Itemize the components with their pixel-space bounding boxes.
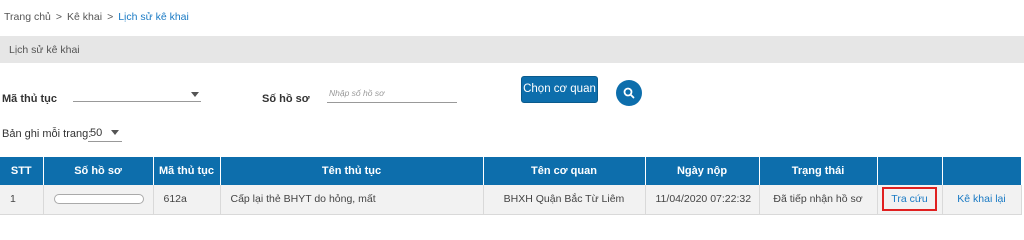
column-header-stt: STT (0, 157, 44, 185)
procedure-code-select[interactable] (73, 84, 201, 102)
search-icon (623, 87, 635, 99)
column-header-agency: Tên cơ quan (483, 157, 646, 185)
cell-stt: 1 (0, 185, 44, 215)
breadcrumb-home[interactable]: Trang chủ (4, 11, 51, 23)
per-page-label: Bản ghi mỗi trang: (2, 128, 92, 140)
search-button[interactable] (616, 80, 642, 106)
per-page-select[interactable]: 50 (88, 124, 122, 142)
cell-lookup: Tra cứu (877, 185, 943, 215)
column-header-procedure-name: Tên thủ tục (220, 157, 484, 185)
lookup-link[interactable]: Tra cứu (882, 187, 937, 212)
section-header: Lịch sử kê khai (0, 36, 1024, 63)
cell-procedure-name: Cấp lại thẻ BHYT do hỏng, mất (220, 185, 484, 215)
redeclare-link[interactable]: Kê khai lại (957, 193, 1005, 205)
column-header-lookup (877, 157, 943, 185)
chevron-down-icon (191, 92, 199, 97)
per-page-value: 50 (90, 127, 103, 139)
cell-agency: BHXH Quận Bắc Từ Liêm (483, 185, 646, 215)
column-header-dossier-no: Số hồ sơ (43, 157, 154, 185)
breadcrumb-separator: > (55, 11, 63, 23)
procedure-code-label: Mã thủ tục (2, 93, 57, 105)
column-header-status: Trạng thái (759, 157, 878, 185)
choose-agency-button[interactable]: Chọn cơ quan (521, 76, 598, 103)
cell-status: Đã tiếp nhận hồ sơ (759, 185, 878, 215)
table-header-row: STT Số hồ sơ Mã thủ tục Tên thủ tục Tên … (0, 157, 1022, 185)
redacted-dossier-no (53, 194, 144, 205)
cell-redeclare: Kê khai lại (942, 185, 1022, 215)
column-header-submitted-date: Ngày nộp (645, 157, 760, 185)
breadcrumb-declare[interactable]: Kê khai (67, 11, 102, 23)
table-row: 1 612a Cấp lại thẻ BHYT do hỏng, mất BHX… (0, 185, 1022, 215)
column-header-redeclare (942, 157, 1022, 185)
column-header-procedure-code: Mã thủ tục (153, 157, 221, 185)
declaration-history-table: STT Số hồ sơ Mã thủ tục Tên thủ tục Tên … (0, 157, 1022, 215)
dossier-no-label: Số hồ sơ (262, 93, 310, 105)
section-title: Lịch sử kê khai (9, 44, 80, 56)
cell-dossier-no (43, 185, 154, 215)
chevron-down-icon (111, 130, 119, 135)
breadcrumb: Trang chủ > Kê khai > Lịch sử kê khai (4, 11, 189, 23)
dossier-no-input[interactable] (327, 83, 457, 103)
breadcrumb-current: Lịch sử kê khai (118, 11, 189, 23)
cell-submitted-date: 11/04/2020 07:22:32 (645, 185, 760, 215)
cell-procedure-code: 612a (153, 185, 221, 215)
breadcrumb-separator: > (107, 11, 114, 23)
